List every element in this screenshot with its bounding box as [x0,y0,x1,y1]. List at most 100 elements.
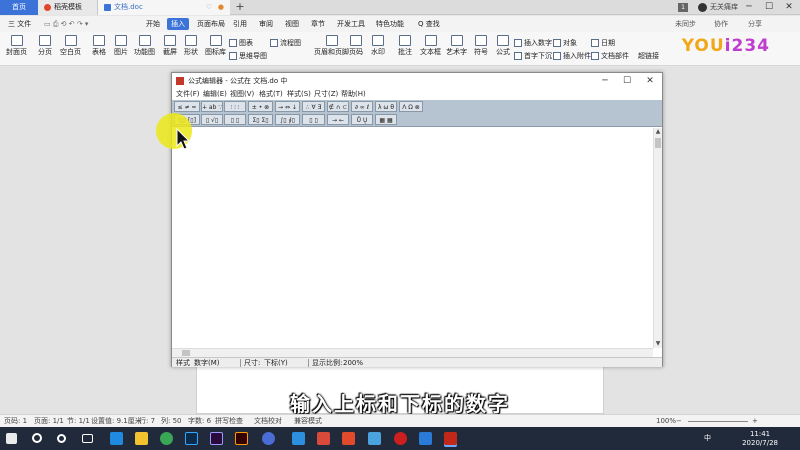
scroll-down-icon[interactable]: ▼ [654,340,662,348]
taskbar-clock[interactable]: 11:41 2020/7/28 [742,430,778,448]
palette-embellishments[interactable]: ⫶ ⫶ ⫶ [224,101,246,112]
zoom-slider[interactable] [688,421,748,422]
symbol-button[interactable]: 符号 [474,35,488,57]
collaborate-button[interactable]: 协作 [710,18,732,30]
palette-labeled-arrows[interactable]: → ← [327,114,349,125]
mindmap-button[interactable]: 思维导图 [229,51,267,61]
record-icon[interactable] [394,432,407,445]
task-view-icon[interactable] [82,434,93,443]
eq-menu-edit[interactable]: 编辑(E) [203,89,227,100]
object-button[interactable]: 对象 [553,38,577,48]
horizontal-scrollbar[interactable] [172,348,653,357]
formula-button[interactable]: 公式 [496,35,510,57]
maximize-app-button[interactable]: ☐ [760,0,778,15]
shape-button[interactable]: 形状 [184,35,198,57]
app-icon[interactable] [292,432,305,445]
page-break-button[interactable]: 分页 [38,35,52,57]
new-tab-button[interactable]: + [234,0,246,15]
palette-arrows[interactable]: → ⇔ ↓ [275,101,300,112]
palette-bars[interactable]: ▯ ▯ [302,114,325,125]
edge-icon[interactable] [110,432,123,445]
doc-parts-button[interactable]: 文档部件 [591,51,629,61]
tab-templates[interactable]: 稻壳模板 [38,0,98,15]
wordart-button[interactable]: 艺术字 [446,35,467,57]
sync-status[interactable]: 未同步 [671,18,700,30]
function-chart-button[interactable]: 功能图 [134,35,155,57]
menu-view[interactable]: 视图 [281,18,303,30]
menu-references[interactable]: 引用 [229,18,251,30]
eq-maximize-button[interactable]: ☐ [616,73,638,89]
insert-attachment-button[interactable]: 插入附件 [553,51,591,61]
pin-icon[interactable]: ♡ [206,0,212,15]
minimize-app-button[interactable]: ─ [740,0,758,15]
palette-greek-upper[interactable]: Λ Ω ⊗ [399,101,423,112]
tab-close-icon[interactable]: ● [218,0,224,15]
input-language[interactable]: 中 [704,433,711,443]
app-icon[interactable] [317,432,330,445]
palette-relations[interactable]: ≤ ≠ ≈ [174,101,200,112]
flowchart-button[interactable]: 流程图 [270,38,301,48]
palette-misc-symbols[interactable]: ∂ ∞ ℓ [351,101,373,112]
user-area[interactable]: 1 无关痛痒 [678,0,738,15]
eq-menu-file[interactable]: 文件(F) [176,89,200,100]
comment-button[interactable]: 批注 [398,35,412,57]
app-icon[interactable] [262,432,275,445]
close-app-button[interactable]: ✕ [780,0,798,15]
search-icon[interactable] [32,433,42,443]
cortana-icon[interactable] [57,434,66,443]
hyperlink-button[interactable]: 超链接 [638,51,659,61]
premiere-icon[interactable] [210,432,223,445]
equation-canvas[interactable] [172,128,653,348]
eq-menu-size[interactable]: 尺寸(Z) [314,89,338,100]
eq-menu-format[interactable]: 格式(T) [259,89,283,100]
palette-sets[interactable]: ∉ ∩ ⊂ [327,101,349,112]
menu-start[interactable]: 开始 [142,18,164,30]
equation-editor-titlebar[interactable]: 公式编辑器 - 公式在 文档.do 中 ─ ☐ ✕ [172,73,662,89]
vertical-scrollbar[interactable]: ▲ ▼ [653,128,662,348]
palette-integrals[interactable]: ∫▯ ∮▯ [275,114,300,125]
file-menu[interactable]: 三 文件 [4,18,35,30]
tab-document[interactable]: 文档.doc ♡ ● [98,0,230,15]
avatar[interactable] [698,2,707,12]
menu-review[interactable]: 审阅 [255,18,277,30]
palette-fractions-radicals[interactable]: ▯ √▯ [201,114,223,125]
eq-menu-view[interactable]: 视图(V) [230,89,254,100]
palette-matrices[interactable]: ▦ ▦ [375,114,397,125]
illustrator-icon[interactable] [235,432,248,445]
menu-special[interactable]: 特色功能 [372,18,408,30]
header-footer-button[interactable]: 页眉和页脚 [314,35,349,57]
app-icon[interactable] [419,432,432,445]
icon-library-button[interactable]: 图标库 [205,35,226,57]
eq-menu-help[interactable]: 帮助(H) [341,89,366,100]
date-button[interactable]: 日期 [591,38,615,48]
palette-operators[interactable]: ± • ⊗ [248,101,273,112]
watermark-button[interactable]: 水印 [371,35,385,57]
share-button[interactable]: 分享 [744,18,766,30]
quick-access-icons[interactable]: ▭ ⎙ ⟲ ↶ ↷ ▾ [40,18,92,30]
hscroll-thumb[interactable] [182,350,190,356]
palette-products[interactable]: Ů Ų [351,114,373,125]
photoshop-icon[interactable] [185,432,198,445]
eq-menu-style[interactable]: 样式(S) [287,89,311,100]
menu-page-layout[interactable]: 页面布局 [193,18,229,30]
insert-number-button[interactable]: 插入数字 [514,38,552,48]
tab-home[interactable]: 首页 [0,0,38,15]
palette-logic[interactable]: ∴ ∀ ∃ [302,101,325,112]
file-explorer-icon[interactable] [135,432,148,445]
windows-start-icon[interactable] [6,433,17,444]
palette-scripts[interactable]: ▯ ▯ [224,114,246,125]
menu-developer[interactable]: 开发工具 [333,18,369,30]
chrome-icon[interactable] [160,432,173,445]
wps-icon[interactable] [444,432,457,445]
textbox-button[interactable]: 文本框 [420,35,441,57]
chart-button[interactable]: 图表 [229,38,253,48]
menu-chapter[interactable]: 章节 [307,18,329,30]
scroll-up-icon[interactable]: ▲ [654,128,662,136]
blank-page-button[interactable]: 空白页 [60,35,81,57]
palette-spaces[interactable]: ∔ ab ∵ [201,101,223,112]
app-icon[interactable] [342,432,355,445]
palette-summations[interactable]: Σ▯ Σ▯ [248,114,273,125]
cover-page-button[interactable]: 封面页 [6,35,27,57]
palette-greek-lower[interactable]: λ ω θ [375,101,397,112]
notification-badge[interactable]: 1 [678,3,688,12]
